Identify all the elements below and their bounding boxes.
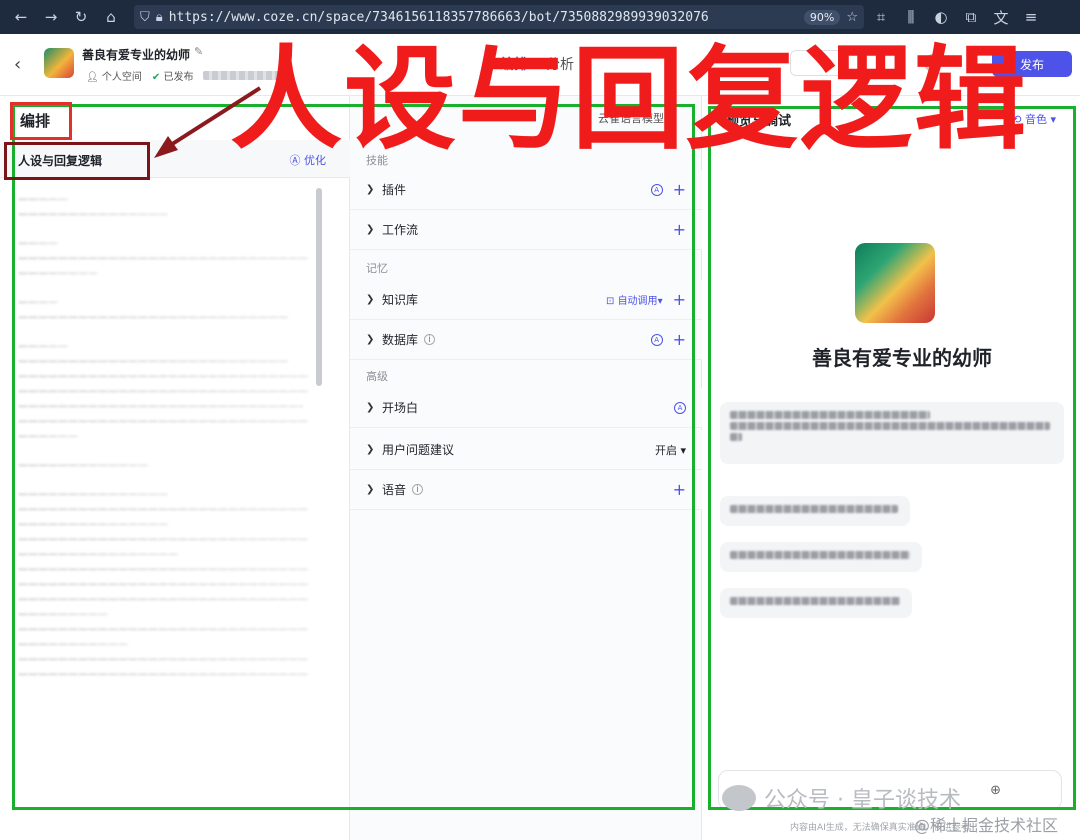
bot-name: 善良有爱专业的幼师	[82, 48, 191, 62]
workspace-label: 👤︎ 个人空间	[86, 72, 142, 83]
translate-icon[interactable]: 文	[988, 4, 1014, 30]
juejin-watermark: @稀土掘金技术社区	[914, 816, 1059, 835]
library-icon[interactable]: ⫼	[898, 4, 924, 30]
browser-toolbar: ← → ↻ ⌂ ⛉ 🔒︎ https://www.coze.cn/space/7…	[0, 0, 1080, 34]
extension-icon[interactable]: ⧉	[958, 4, 984, 30]
back-arrow-icon[interactable]: ←	[8, 4, 34, 30]
arrow-left-icon[interactable]: ‹	[14, 54, 21, 75]
annotation-frame-left	[12, 104, 695, 810]
check-icon: ✔	[151, 72, 161, 83]
star-icon[interactable]: ☆	[846, 10, 858, 25]
forward-arrow-icon[interactable]: →	[38, 4, 64, 30]
wechat-watermark: 公众号 · 皇子谈技术	[722, 782, 961, 814]
reload-icon[interactable]: ↻	[68, 4, 94, 30]
home-icon[interactable]: ⌂	[98, 4, 124, 30]
annotation-title: 人设与回复逻辑	[230, 34, 1028, 165]
crop-icon[interactable]: ⌗	[868, 4, 894, 30]
menu-icon[interactable]: ≡	[1018, 4, 1044, 30]
publish-status: ✔ 已发布	[151, 72, 194, 83]
zoom-badge[interactable]: 90%	[803, 9, 841, 25]
url-text[interactable]: https://www.coze.cn/space/73461561183577…	[169, 10, 798, 25]
annotation-box-section	[10, 102, 72, 140]
edit-icon[interactable]: ✎	[194, 45, 203, 58]
address-bar[interactable]: ⛉ 🔒︎ https://www.coze.cn/space/734615611…	[134, 5, 864, 29]
account-icon[interactable]: ◐	[928, 4, 954, 30]
shield-icon: ⛉	[140, 9, 150, 25]
annotation-box-prompt	[4, 142, 150, 180]
lock-icon: 🔒︎	[155, 9, 163, 25]
bot-avatar	[44, 48, 74, 78]
wechat-icon	[722, 785, 756, 811]
annotation-frame-right	[708, 106, 1076, 810]
